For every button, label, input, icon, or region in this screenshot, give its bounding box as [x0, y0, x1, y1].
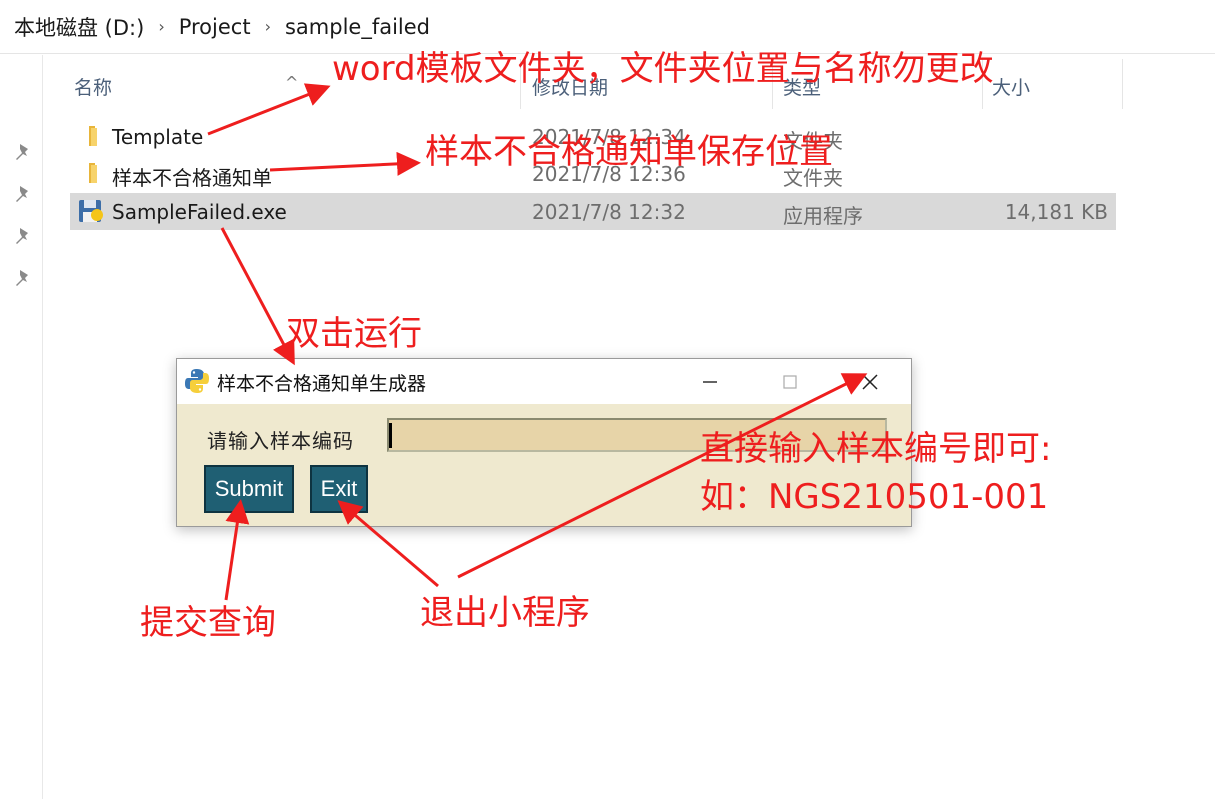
maximize-icon — [783, 374, 797, 389]
breadcrumb-item-project[interactable]: Project — [175, 15, 255, 39]
exit-button[interactable]: Exit — [310, 465, 368, 513]
navigation-pane — [0, 55, 43, 799]
file-name: SampleFailed.exe — [112, 200, 287, 224]
annotation-run-note: 双击运行 — [286, 314, 422, 354]
annotation-submit-note: 提交查询 — [140, 603, 276, 643]
submit-button[interactable]: Submit — [204, 465, 294, 513]
file-type: 应用程序 — [783, 204, 863, 228]
folder-icon — [89, 163, 97, 183]
column-header-name[interactable]: 名称 — [74, 73, 112, 100]
sort-up-icon: ^ — [285, 73, 299, 92]
python-exe-icon — [79, 200, 103, 222]
window-titlebar[interactable]: 样本不合格通知单生成器 — [177, 359, 911, 404]
annotation-input-note-line2: 如：NGS210501-001 — [700, 477, 1049, 517]
column-header-size[interactable]: 大小 — [992, 73, 1030, 100]
file-row-samplefailed-exe[interactable]: SampleFailed.exe 2021/7/8 12:32 应用程序 14,… — [70, 193, 1116, 230]
close-button[interactable] — [830, 359, 910, 404]
chevron-right-icon[interactable]: › — [255, 17, 281, 36]
pin-icon[interactable] — [12, 267, 34, 289]
minimize-icon — [703, 380, 717, 383]
annotation-exit-note: 退出小程序 — [420, 593, 590, 633]
file-size: 14,181 KB — [1004, 200, 1108, 224]
folder-icon — [89, 126, 97, 146]
breadcrumb-item-drive[interactable]: 本地磁盘 (D:) — [10, 12, 148, 42]
maximize-button[interactable] — [750, 359, 830, 404]
text-caret — [389, 423, 392, 448]
breadcrumb-item-sample-failed[interactable]: sample_failed — [281, 15, 434, 39]
python-icon — [185, 369, 209, 393]
sample-code-label: 请输入样本编码 — [207, 429, 354, 453]
pin-icon[interactable] — [12, 225, 34, 247]
window-title: 样本不合格通知单生成器 — [217, 373, 427, 395]
arrow-run-note — [220, 227, 295, 366]
annotation-template-note: word模板文件夹，文件夹位置与名称勿更改 — [332, 49, 994, 89]
breadcrumb: 本地磁盘 (D:) › Project › sample_failed — [0, 0, 1215, 54]
annotation-notice-folder-note: 样本不合格通知单保存位置 — [425, 132, 833, 172]
close-icon — [862, 373, 878, 390]
chevron-right-icon[interactable]: › — [148, 17, 174, 36]
annotation-input-note-line1: 直接输入样本编号即可: — [700, 429, 1052, 469]
minimize-button[interactable] — [670, 359, 750, 404]
pin-icon[interactable] — [12, 141, 34, 163]
column-divider[interactable] — [1122, 59, 1123, 109]
file-name: Template — [112, 125, 204, 149]
pin-icon[interactable] — [12, 183, 34, 205]
file-date: 2021/7/8 12:32 — [532, 200, 686, 224]
file-name: 样本不合格通知单 — [112, 166, 272, 190]
